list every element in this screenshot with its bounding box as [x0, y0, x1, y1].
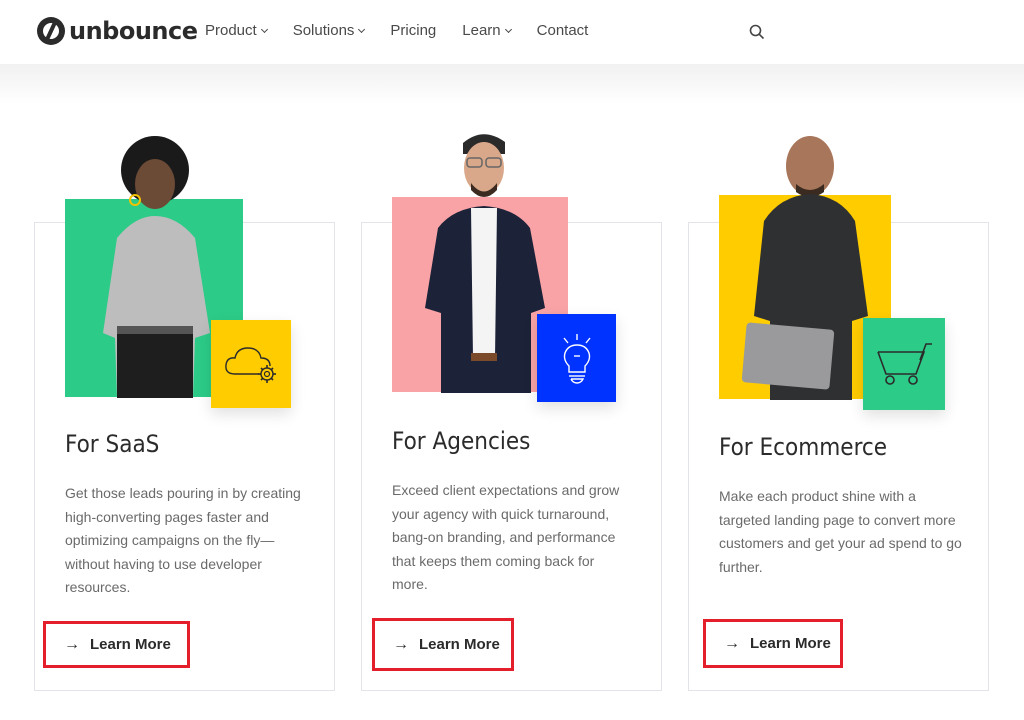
- card-description: Exceed client expectations and grow your…: [392, 482, 620, 592]
- chevron-down-icon: [260, 25, 268, 33]
- arrow-right-icon: →: [393, 635, 409, 653]
- nav-item-pricing[interactable]: Pricing: [390, 22, 436, 39]
- brand-name: unbounce: [69, 17, 198, 45]
- person-photo: [741, 136, 868, 400]
- card-title: For Agencies: [392, 427, 531, 455]
- card-description: Get those leads pouring in by creating h…: [65, 485, 301, 595]
- nav-label: Solutions: [292, 22, 355, 39]
- nav-item-product[interactable]: Product: [205, 22, 268, 39]
- main-nav: Product Solutions Pricing Learn Contact: [205, 22, 614, 39]
- chevron-down-icon: [358, 25, 366, 33]
- tile-shopping-cart: [863, 318, 945, 410]
- card-title: For SaaS: [65, 430, 160, 458]
- nav-label: Pricing: [390, 22, 437, 39]
- person-photo: [425, 134, 545, 393]
- arrow-right-icon: →: [64, 635, 80, 653]
- shopping-cart-icon: [877, 343, 932, 385]
- header-shadow-band: [0, 64, 1024, 104]
- cloud-gear-icon: [225, 347, 276, 383]
- tile-lightbulb: [537, 314, 616, 402]
- unbounce-logo[interactable]: unbounce: [37, 17, 198, 45]
- card-description: Make each product shine with a targeted …: [719, 488, 962, 575]
- lightbulb-icon: [562, 334, 591, 384]
- arrow-right-icon: →: [724, 634, 740, 652]
- learn-more-agencies-button[interactable]: → Learn More: [372, 618, 514, 671]
- tile-cloud-gear: [211, 320, 291, 408]
- site-header: unbounce Product Solutions Pricing Learn…: [0, 0, 1024, 64]
- nav-item-learn[interactable]: Learn: [462, 22, 512, 39]
- search-icon[interactable]: [749, 24, 765, 40]
- button-label: Learn More: [419, 636, 500, 653]
- learn-more-saas-button[interactable]: → Learn More: [43, 621, 190, 668]
- nav-label: Product: [205, 22, 257, 39]
- learn-more-ecommerce-button[interactable]: → Learn More: [703, 619, 843, 668]
- button-label: Learn More: [90, 636, 171, 653]
- card-title: For Ecommerce: [719, 433, 888, 461]
- nav-item-contact[interactable]: Contact: [537, 22, 589, 39]
- person-photo: [103, 136, 210, 398]
- chevron-down-icon: [504, 25, 512, 33]
- nav-label: Contact: [536, 22, 589, 39]
- unbounce-logo-icon: [37, 17, 65, 45]
- nav-label: Learn: [462, 22, 501, 39]
- button-label: Learn More: [750, 635, 831, 652]
- nav-item-solutions[interactable]: Solutions: [292, 22, 366, 39]
